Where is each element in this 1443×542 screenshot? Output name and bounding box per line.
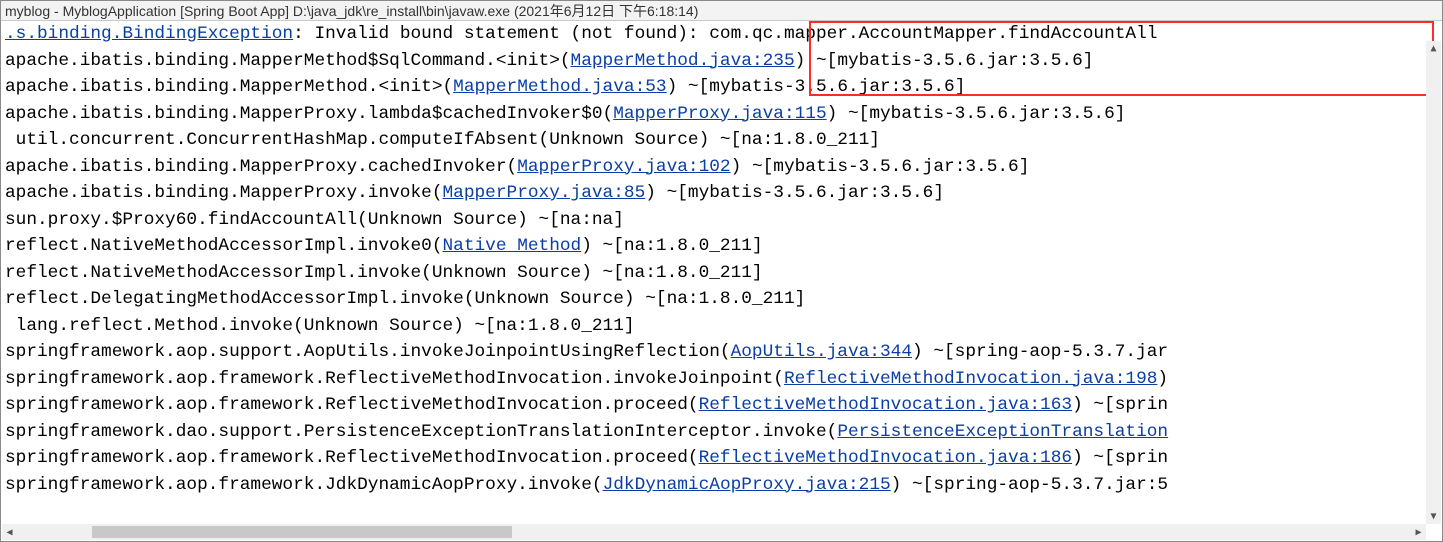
console-text: lang.reflect.Method.invoke(Unknown Sourc… xyxy=(5,316,635,336)
scroll-right-icon[interactable]: ▶ xyxy=(1411,524,1426,540)
source-link[interactable]: MapperProxy.java:85 xyxy=(443,183,646,203)
console-line: springframework.aop.framework.Reflective… xyxy=(5,392,1438,419)
console-text: apache.ibatis.binding.MapperProxy.lambda… xyxy=(5,104,613,124)
console-line: .s.binding.BindingException: Invalid bou… xyxy=(5,21,1438,48)
source-link[interactable]: .s.binding.BindingException xyxy=(5,24,293,44)
source-link[interactable]: MapperProxy.java:115 xyxy=(613,104,826,124)
console-line: springframework.aop.framework.Reflective… xyxy=(5,445,1438,472)
console-text: sun.proxy.$Proxy60.findAccountAll(Unknow… xyxy=(5,210,624,230)
console-text: ) ~[mybatis-3.5.6.jar:3.5.6] xyxy=(645,183,944,203)
console-output[interactable]: .s.binding.BindingException: Invalid bou… xyxy=(1,21,1442,541)
console-text: ) ~[mybatis-3.5.6.jar:3.5.6] xyxy=(667,77,966,97)
console-text: : Invalid bound statement (not found): c… xyxy=(293,24,1157,44)
console-line: sun.proxy.$Proxy60.findAccountAll(Unknow… xyxy=(5,207,1438,234)
console-text: apache.ibatis.binding.MapperProxy.cached… xyxy=(5,157,517,177)
scroll-down-icon[interactable]: ▼ xyxy=(1426,509,1441,524)
console-line: util.concurrent.ConcurrentHashMap.comput… xyxy=(5,127,1438,154)
console-line: reflect.NativeMethodAccessorImpl.invoke(… xyxy=(5,260,1438,287)
console-line: apache.ibatis.binding.MapperProxy.invoke… xyxy=(5,180,1438,207)
console-line: apache.ibatis.binding.MapperMethod$SqlCo… xyxy=(5,48,1438,75)
console-text: util.concurrent.ConcurrentHashMap.comput… xyxy=(5,130,880,150)
console-text: ) ~[mybatis-3.5.6.jar:3.5.6] xyxy=(731,157,1030,177)
console-line: springframework.aop.support.AopUtils.inv… xyxy=(5,339,1438,366)
vertical-scrollbar[interactable]: ▲ ▼ xyxy=(1426,41,1441,524)
console-text: ) ~[mybatis-3.5.6.jar:3.5.6] xyxy=(795,51,1094,71)
console-text: springframework.aop.framework.Reflective… xyxy=(5,395,699,415)
console-text: reflect.NativeMethodAccessorImpl.invoke0… xyxy=(5,236,443,256)
console-text: springframework.aop.framework.Reflective… xyxy=(5,369,784,389)
source-link[interactable]: AopUtils.java:344 xyxy=(731,342,912,362)
console-text: springframework.aop.framework.JdkDynamic… xyxy=(5,475,603,495)
console-wrap: .s.binding.BindingException: Invalid bou… xyxy=(1,21,1442,541)
source-link[interactable]: JdkDynamicAopProxy.java:215 xyxy=(603,475,891,495)
console-line: springframework.aop.framework.Reflective… xyxy=(5,366,1438,393)
console-text: ) ~[spring-aop-5.3.7.jar:5 xyxy=(891,475,1168,495)
console-text: apache.ibatis.binding.MapperMethod.<init… xyxy=(5,77,453,97)
console-line: apache.ibatis.binding.MapperProxy.cached… xyxy=(5,154,1438,181)
source-link[interactable]: MapperMethod.java:235 xyxy=(571,51,795,71)
horizontal-scrollbar[interactable]: ◀ ▶ xyxy=(2,524,1426,540)
scroll-left-icon[interactable]: ◀ xyxy=(2,524,17,540)
console-line: reflect.DelegatingMethodAccessorImpl.inv… xyxy=(5,286,1438,313)
console-text: ) ~[mybatis-3.5.6.jar:3.5.6] xyxy=(827,104,1126,124)
console-text: ) xyxy=(1157,369,1168,389)
console-line: apache.ibatis.binding.MapperMethod.<init… xyxy=(5,74,1438,101)
console-text: reflect.DelegatingMethodAccessorImpl.inv… xyxy=(5,289,805,309)
console-text: apache.ibatis.binding.MapperProxy.invoke… xyxy=(5,183,443,203)
source-link[interactable]: MapperProxy.java:102 xyxy=(517,157,730,177)
console-line: springframework.dao.support.PersistenceE… xyxy=(5,419,1438,446)
source-link[interactable]: ReflectiveMethodInvocation.java:198 xyxy=(784,369,1157,389)
source-link[interactable]: ReflectiveMethodInvocation.java:186 xyxy=(699,448,1072,468)
source-link[interactable]: PersistenceExceptionTranslation xyxy=(837,422,1168,442)
console-text: ) ~[spring-aop-5.3.7.jar xyxy=(912,342,1168,362)
console-window: myblog - MyblogApplication [Spring Boot … xyxy=(0,0,1443,542)
source-link[interactable]: Native Method xyxy=(443,236,582,256)
console-line: springframework.aop.framework.JdkDynamic… xyxy=(5,472,1438,499)
window-title: myblog - MyblogApplication [Spring Boot … xyxy=(1,1,1442,21)
console-text: springframework.aop.framework.Reflective… xyxy=(5,448,699,468)
console-line: reflect.NativeMethodAccessorImpl.invoke0… xyxy=(5,233,1438,260)
console-line: apache.ibatis.binding.MapperProxy.lambda… xyxy=(5,101,1438,128)
console-text: ) ~[na:1.8.0_211] xyxy=(581,236,762,256)
console-text: reflect.NativeMethodAccessorImpl.invoke(… xyxy=(5,263,763,283)
console-text: springframework.aop.support.AopUtils.inv… xyxy=(5,342,731,362)
source-link[interactable]: ReflectiveMethodInvocation.java:163 xyxy=(699,395,1072,415)
source-link[interactable]: MapperMethod.java:53 xyxy=(453,77,666,97)
console-text: apache.ibatis.binding.MapperMethod$SqlCo… xyxy=(5,51,571,71)
horizontal-scroll-thumb[interactable] xyxy=(92,526,512,538)
console-line: lang.reflect.Method.invoke(Unknown Sourc… xyxy=(5,313,1438,340)
console-text: springframework.dao.support.PersistenceE… xyxy=(5,422,837,442)
scroll-up-icon[interactable]: ▲ xyxy=(1426,41,1441,56)
console-text: ) ~[sprin xyxy=(1072,395,1168,415)
console-text: ) ~[sprin xyxy=(1072,448,1168,468)
